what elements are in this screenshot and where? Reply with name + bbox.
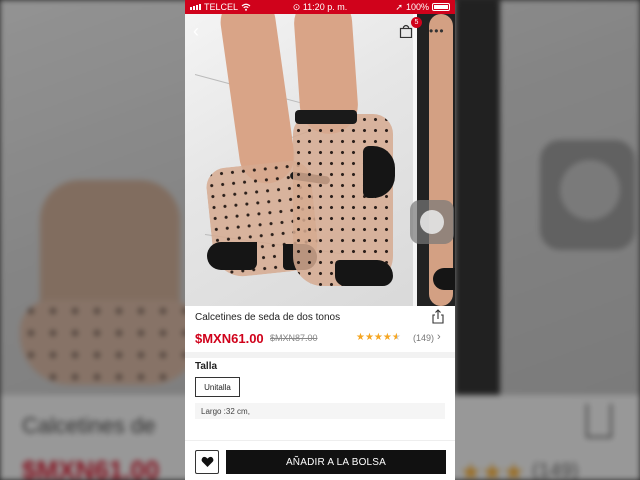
- bottom-action-bar: AÑADIR A LA BOLSA: [185, 440, 455, 480]
- more-options-icon[interactable]: •••: [429, 24, 445, 38]
- status-left: TELCEL: [190, 2, 251, 12]
- sock-back-toe: [207, 242, 257, 270]
- status-right: ➚ 100%: [395, 2, 450, 13]
- rating-stars[interactable]: ★★★★★: [356, 332, 401, 343]
- location-icon: ➚: [395, 1, 403, 12]
- product-image[interactable]: [185, 14, 455, 306]
- battery-percent: 100%: [405, 2, 429, 12]
- length-info: Largo :32 cm,: [195, 403, 445, 419]
- wifi-icon: [241, 3, 251, 11]
- bg-share-icon: [586, 404, 612, 438]
- clock-lock-icon: ⊙: [292, 1, 303, 12]
- chevron-right-icon[interactable]: ›: [437, 331, 441, 343]
- signal-icon: [190, 4, 201, 10]
- bg-floating-control-dot: [560, 160, 620, 220]
- bg-product-title: Calcetines de: [22, 413, 156, 438]
- bag-count-badge: 5: [411, 17, 422, 28]
- rating-count[interactable]: (149): [413, 333, 434, 343]
- carrier-name: TELCEL: [204, 2, 239, 12]
- phone-screen: TELCEL ⊙ 11:20 p. m. ➚ 100% ‹ 5 ••• Calc…: [185, 0, 455, 480]
- section-divider: [185, 352, 455, 358]
- screen: Calcetines de $MXN61.00 ★★★ (149) TELCEL…: [0, 0, 640, 480]
- product-title: Calcetines de seda de dos tonos: [195, 312, 341, 323]
- bg-rating-stars: ★★★: [460, 459, 525, 480]
- heart-icon: [201, 456, 213, 467]
- size-label: Talla: [195, 361, 218, 372]
- assistive-touch-button[interactable]: [410, 200, 454, 244]
- time-text: 11:20 p. m.: [302, 1, 348, 12]
- size-option-button[interactable]: Unitalla: [195, 377, 240, 397]
- share-icon[interactable]: [431, 309, 445, 324]
- bg-sock: [20, 300, 200, 385]
- bg-rating-count: (149): [532, 460, 579, 480]
- shopping-bag-icon[interactable]: [399, 24, 413, 38]
- add-to-bag-button[interactable]: AÑADIR A LA BOLSA: [226, 450, 446, 474]
- back-chevron-icon[interactable]: ‹: [193, 22, 211, 40]
- product-price: $MXN61.00: [195, 331, 264, 346]
- bg-product-price: $MXN61.00: [22, 455, 160, 480]
- status-bar: TELCEL ⊙ 11:20 p. m. ➚ 100%: [185, 0, 455, 14]
- sock-front-toe: [335, 260, 393, 286]
- sock-front-cuff: [295, 110, 357, 124]
- bg-dark-strip: [455, 0, 500, 400]
- original-price: $MXN87.00: [270, 333, 318, 343]
- battery-icon: [432, 3, 450, 11]
- wishlist-button[interactable]: [195, 450, 219, 474]
